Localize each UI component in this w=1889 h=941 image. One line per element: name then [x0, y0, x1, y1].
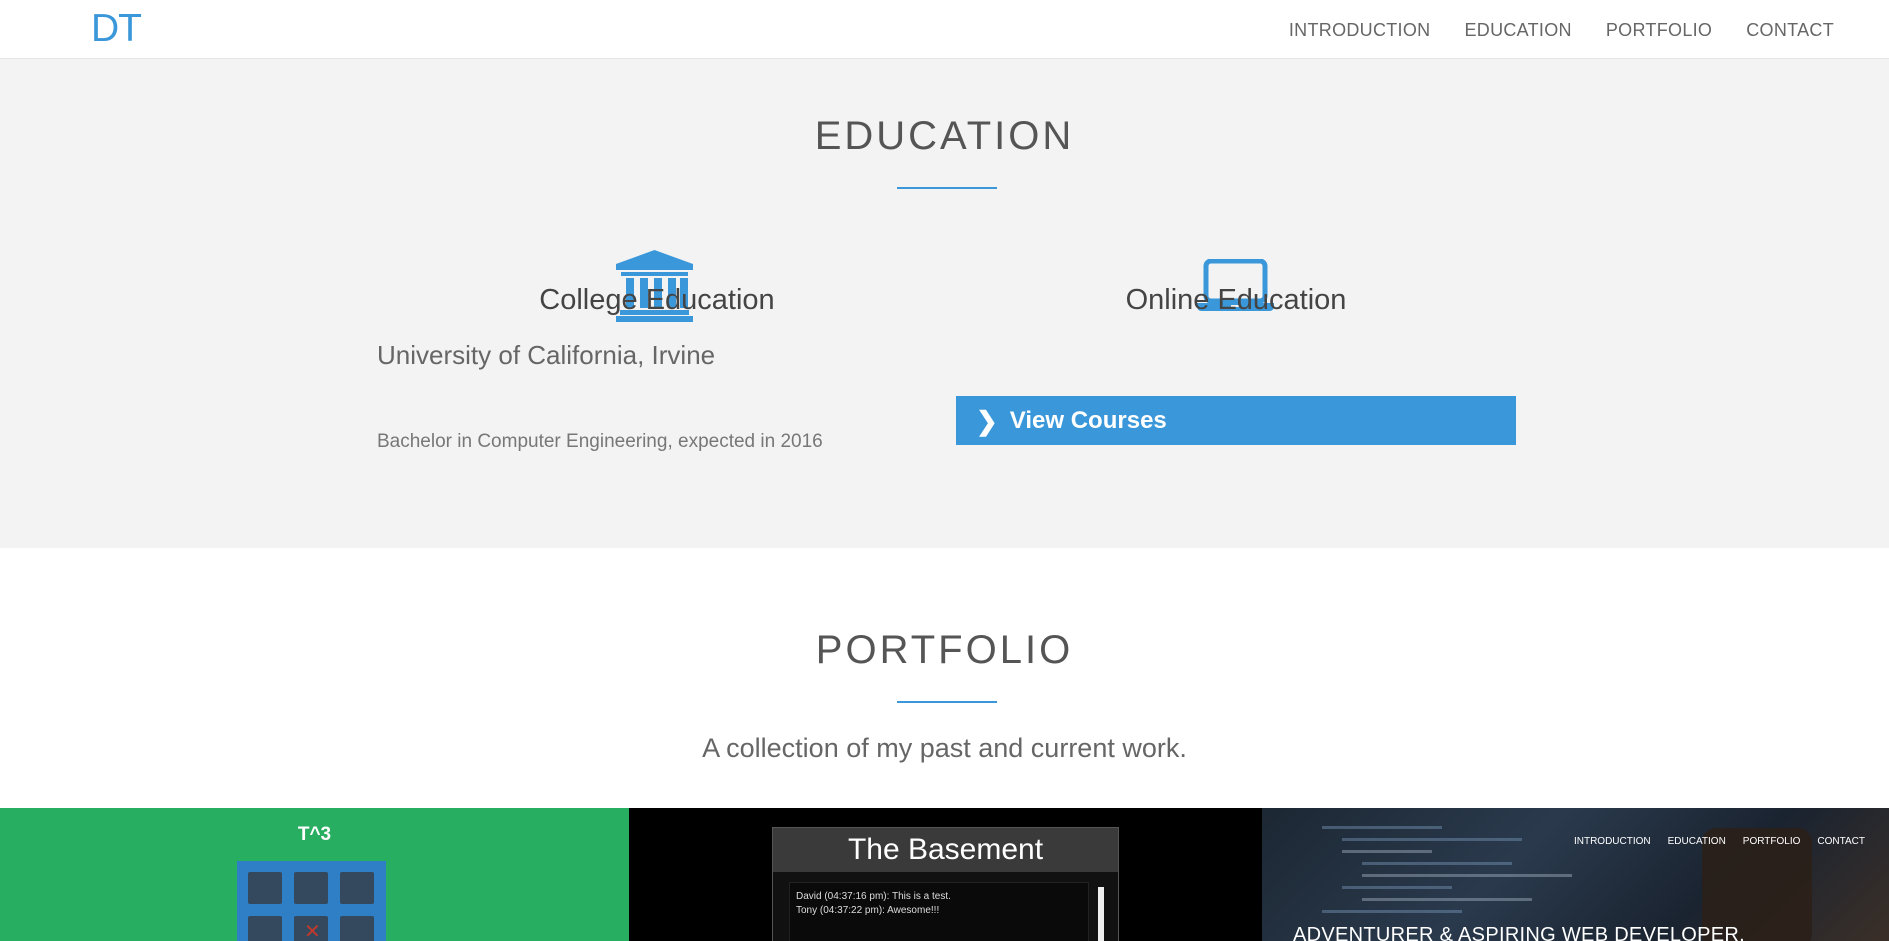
education-section: EDUCATION College Education University o…	[0, 59, 1889, 548]
board-cell	[340, 872, 374, 904]
degree-text: Bachelor in Computer Engineering, expect…	[377, 431, 823, 452]
nav-link-introduction[interactable]: INTRODUCTION	[1289, 20, 1431, 41]
view-courses-button[interactable]: ❯ View Courses	[956, 396, 1516, 445]
project-title-basement: The Basement	[773, 828, 1118, 872]
navbar: DT INTRODUCTION EDUCATION PORTFOLIO CONT…	[0, 0, 1889, 59]
education-title: EDUCATION	[814, 114, 1075, 158]
university-name: University of California, Irvine	[377, 340, 716, 370]
portfolio-grid: T^3 ✕ The Basement David (04:37:16 pm): …	[0, 808, 1889, 941]
preview-nav-introduction: INTRODUCTION	[1573, 836, 1651, 847]
preview-nav-contact: CONTACT	[1817, 836, 1865, 847]
chat-message: David (04:37:16 pm): This is a test.	[796, 891, 951, 902]
preview-nav-portfolio: PORTFOLIO	[1742, 836, 1801, 847]
portfolio-subtitle: A collection of my past and current work…	[702, 733, 1187, 763]
board-cell	[248, 916, 282, 941]
college-education-heading: College Education	[539, 284, 775, 316]
board-cell	[294, 872, 328, 904]
portfolio-section: PORTFOLIO A collection of my past and cu…	[0, 548, 1889, 808]
board-cell	[248, 872, 282, 904]
chat-message: Tony (04:37:22 pm): Awesome!!!	[796, 905, 940, 916]
nav-link-portfolio[interactable]: PORTFOLIO	[1606, 20, 1712, 41]
nav-link-contact[interactable]: CONTACT	[1746, 20, 1834, 41]
chat-window: The Basement David (04:37:16 pm): This i…	[772, 827, 1119, 941]
project-tile-t3[interactable]: T^3 ✕	[0, 808, 629, 941]
board-cell	[340, 916, 374, 941]
preview-tagline: ADVENTURER & ASPIRING WEB DEVELOPER.	[1293, 924, 1746, 941]
nav-link-education[interactable]: EDUCATION	[1464, 20, 1571, 41]
preview-nav: INTRODUCTION EDUCATION PORTFOLIO CONTACT	[1574, 836, 1865, 847]
portfolio-title-rule	[897, 701, 997, 703]
brand-logo[interactable]: DT	[91, 7, 142, 51]
online-education-heading: Online Education	[1125, 284, 1347, 316]
project-title-t3: T^3	[297, 824, 332, 845]
preview-nav-education: EDUCATION	[1667, 836, 1726, 847]
chevron-right-icon: ❯	[976, 405, 998, 436]
project-tile-personal-site[interactable]: INTRODUCTION EDUCATION PORTFOLIO CONTACT…	[1262, 808, 1889, 941]
view-courses-label: View Courses	[1009, 406, 1167, 434]
chat-log: David (04:37:16 pm): This is a test. Ton…	[789, 882, 1089, 941]
project-tile-basement[interactable]: The Basement David (04:37:16 pm): This i…	[629, 808, 1262, 941]
education-title-rule	[897, 187, 997, 189]
nav-links: INTRODUCTION EDUCATION PORTFOLIO CONTACT	[1289, 20, 1834, 41]
tic-tac-toe-board: ✕	[237, 861, 386, 941]
portfolio-title: PORTFOLIO	[815, 628, 1074, 672]
x-mark-icon: ✕	[304, 921, 321, 941]
chat-scrollbar	[1098, 887, 1104, 941]
